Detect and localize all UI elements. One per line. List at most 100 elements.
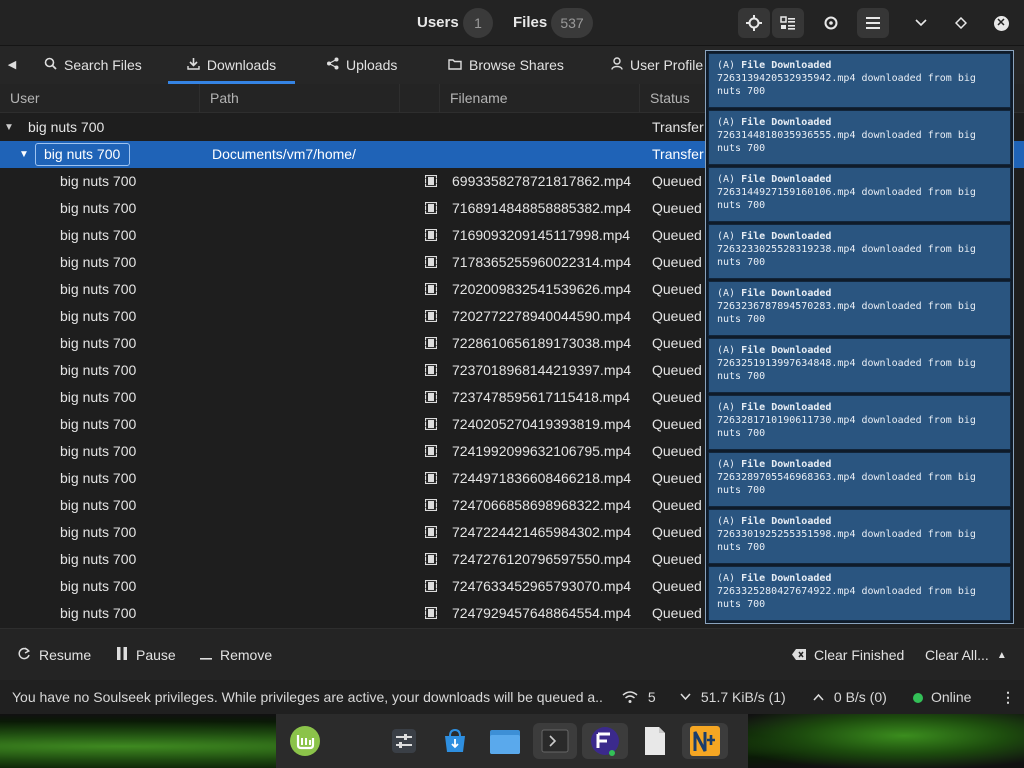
expand-arrow-icon[interactable]: ▼: [4, 114, 14, 141]
column-header-path[interactable]: Path: [200, 84, 400, 113]
minus-icon: [200, 648, 212, 663]
notification-card[interactable]: (A) File Downloaded 7263281710190611730.m…: [708, 395, 1011, 450]
maximize-icon[interactable]: [945, 8, 977, 38]
notification-title: File Downloaded: [741, 345, 832, 356]
menu-icon[interactable]: [857, 8, 889, 38]
software-store-icon[interactable]: [437, 723, 473, 759]
notification-card[interactable]: (A) File Downloaded 7263236787894570283.m…: [708, 281, 1011, 336]
pause-button[interactable]: Pause: [116, 629, 176, 681]
download-speed[interactable]: 51.7 KiB/s (1): [680, 680, 786, 714]
notification-body: 7263325280427674922.mp4 downloaded from …: [717, 586, 976, 610]
desktop-taskbar: [0, 714, 1024, 768]
file-manager-icon[interactable]: [487, 723, 523, 759]
user-cell: big nuts 700: [60, 281, 137, 297]
user-cell: big nuts 700: [60, 605, 137, 621]
filename-cell: 7178365255960022314.mp4: [452, 254, 632, 270]
tab-user-profile[interactable]: User Profile: [611, 46, 703, 84]
download-icon: [187, 57, 200, 73]
notification-card[interactable]: (A) File Downloaded 7263144818035936555.m…: [708, 110, 1011, 165]
mint-menu-icon[interactable]: [287, 723, 323, 759]
nicotine-app-icon[interactable]: [582, 723, 628, 759]
notification-body: 7263144927159160106.mp4 downloaded from …: [717, 187, 976, 211]
status-cell: Queued: [652, 416, 702, 432]
video-file-icon: [424, 384, 438, 411]
user-cell-editor[interactable]: big nuts 700: [35, 143, 130, 166]
online-dot-icon: [913, 693, 923, 703]
video-file-icon: [424, 546, 438, 573]
minimize-icon[interactable]: [905, 8, 937, 38]
filename-cell: 7240205270419393819.mp4: [452, 416, 632, 432]
column-header-type[interactable]: [400, 84, 440, 113]
clear-finished-button[interactable]: Clear Finished: [792, 629, 904, 681]
clear-all-label: Clear All...: [925, 647, 989, 663]
clear-all-button[interactable]: Clear All... ▲: [925, 629, 1007, 681]
notification-title: File Downloaded: [741, 516, 832, 527]
status-cell: Queued: [652, 335, 702, 351]
notification-card[interactable]: (A) File Downloaded 7263233025528319238.m…: [708, 224, 1011, 279]
notepadqq-icon[interactable]: [682, 723, 728, 759]
notification-card[interactable]: (A) File Downloaded 7263301925255351598.m…: [708, 509, 1011, 564]
notification-title-line: (A) File Downloaded: [717, 116, 1002, 129]
user-cell: big nuts 700: [60, 578, 137, 594]
users-count-badge[interactable]: 1: [463, 8, 493, 38]
download-speed-value: 51.7 KiB/s (1): [700, 689, 786, 705]
more-options-icon[interactable]: ⋮: [1001, 680, 1015, 714]
clear-finished-label: Clear Finished: [814, 647, 905, 663]
gear-icon[interactable]: [815, 8, 847, 38]
notification-card[interactable]: (A) File Downloaded 7263139420532935942.m…: [708, 53, 1011, 108]
user-cell: big nuts 700: [28, 119, 105, 135]
clear-icon: [792, 648, 806, 663]
notification-prefix: (A): [717, 288, 736, 299]
tab-label: Search Files: [64, 57, 142, 73]
resume-button[interactable]: Resume: [18, 629, 91, 681]
text-file-icon[interactable]: [637, 723, 673, 759]
search-icon: [44, 57, 57, 73]
files-count-badge[interactable]: 537: [551, 8, 593, 38]
settings-sliders-icon[interactable]: [386, 723, 422, 759]
tab-uploads[interactable]: Uploads: [326, 46, 397, 84]
notification-title: File Downloaded: [741, 117, 832, 128]
notification-body: 7263139420532935942.mp4 downloaded from …: [717, 73, 976, 97]
close-icon[interactable]: ✕: [985, 8, 1017, 38]
notification-card[interactable]: (A) File Downloaded 7263144927159160106.m…: [708, 167, 1011, 222]
tab-search-files[interactable]: Search Files: [44, 46, 142, 84]
upload-speed[interactable]: 0 B/s (0): [813, 680, 887, 714]
filename-cell: 7247224421465984302.mp4: [452, 524, 632, 540]
user-cell: big nuts 700: [60, 335, 137, 351]
online-label: Online: [931, 689, 972, 705]
user-cell: big nuts 700: [60, 200, 137, 216]
video-file-icon: [424, 411, 438, 438]
notification-title: File Downloaded: [741, 459, 832, 470]
notification-card[interactable]: (A) File Downloaded 7263325280427674922.m…: [708, 566, 1011, 621]
wifi-icon: [622, 689, 642, 705]
filename-cell: 7237018968144219397.mp4: [452, 362, 632, 378]
status-cell: Queued: [652, 308, 702, 324]
remove-button[interactable]: Remove: [200, 629, 272, 681]
tab-browse-shares[interactable]: Browse Shares: [448, 46, 564, 84]
notification-title: File Downloaded: [741, 573, 832, 584]
user-cell: big nuts 700: [60, 227, 137, 243]
notification-prefix: (A): [717, 459, 736, 470]
user-cell: big nuts 700: [60, 362, 137, 378]
target-icon[interactable]: [738, 8, 770, 38]
notification-body: 7263251913997634848.mp4 downloaded from …: [717, 358, 976, 382]
column-header-filename[interactable]: Filename: [440, 84, 640, 113]
expand-arrow-icon[interactable]: ▼: [19, 141, 29, 168]
tab-label: User Profile: [630, 57, 704, 73]
status-cell: Queued: [652, 254, 702, 270]
tab-scroll-left-icon[interactable]: ◀: [4, 56, 20, 74]
column-header-user[interactable]: User: [0, 84, 200, 113]
chevron-up-icon: ▲: [996, 649, 1007, 661]
video-file-icon: [424, 519, 438, 546]
chevron-down-icon: [680, 689, 695, 705]
connections-indicator[interactable]: 5: [622, 680, 656, 714]
list-details-icon[interactable]: [772, 8, 804, 38]
notification-prefix: (A): [717, 231, 736, 242]
online-status[interactable]: Online: [913, 680, 971, 714]
notification-prefix: (A): [717, 174, 736, 185]
notification-card[interactable]: (A) File Downloaded 7263289705546968363.m…: [708, 452, 1011, 507]
tab-downloads[interactable]: Downloads: [168, 46, 295, 84]
notification-card[interactable]: (A) File Downloaded 7263251913997634848.m…: [708, 338, 1011, 393]
notification-title: File Downloaded: [741, 174, 832, 185]
terminal-icon[interactable]: [533, 723, 577, 759]
